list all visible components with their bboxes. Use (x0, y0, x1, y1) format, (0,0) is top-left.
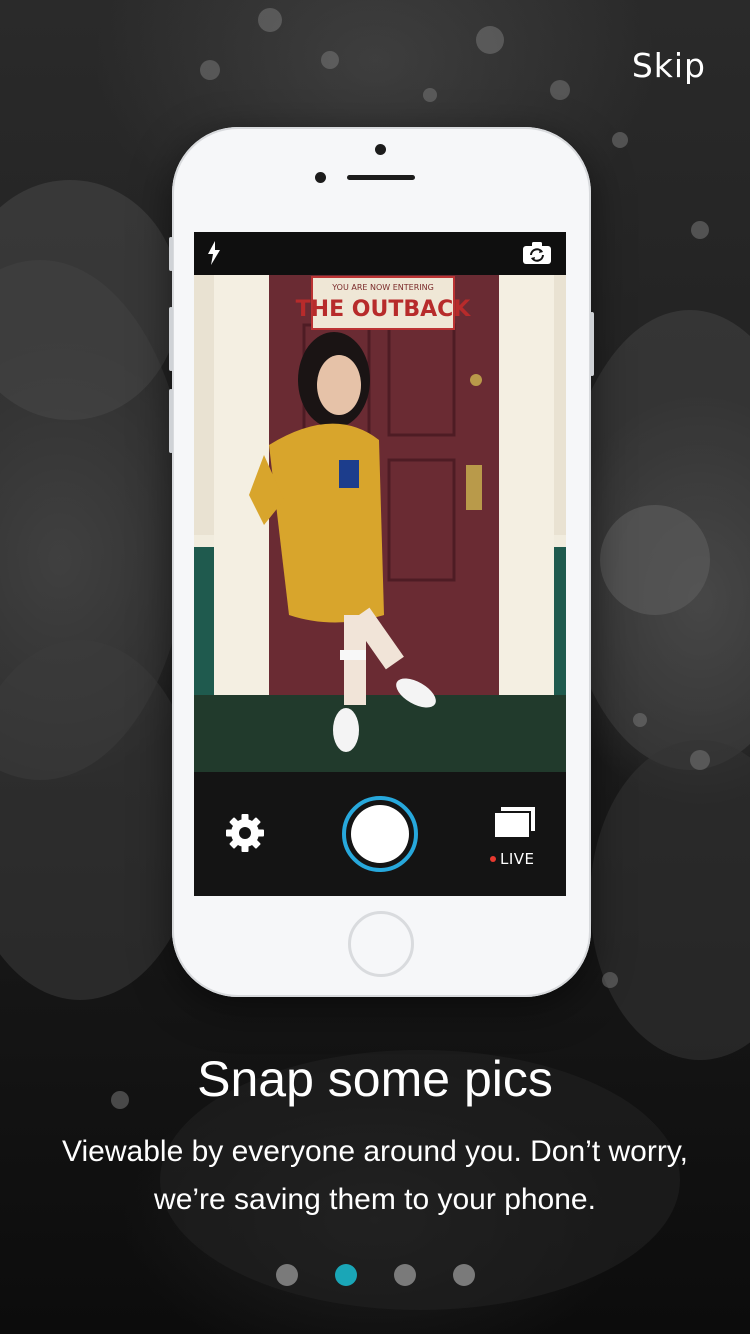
flash-icon[interactable] (206, 241, 222, 265)
page-indicator (0, 1264, 750, 1286)
phone-sensor (315, 172, 326, 183)
camera-viewfinder: YOU ARE NOW ENTERING THE OUTBACK (194, 275, 566, 772)
sign-main-text: THE OUTBACK (296, 297, 472, 322)
phone-power-button (590, 312, 594, 376)
phone-side-button (169, 237, 173, 271)
switch-camera-icon[interactable] (522, 241, 552, 265)
phone-screen: YOU ARE NOW ENTERING THE OUTBACK LIVE (194, 232, 566, 896)
onboarding-subtitle: Viewable by everyone around you. Don’t w… (62, 1135, 688, 1216)
onboarding-screen: Skip YOU ARE NOW ENTERING THE OUTBACK LI… (0, 0, 750, 1334)
page-dot-3[interactable] (393, 1264, 416, 1286)
phone-speaker (347, 175, 415, 180)
sign-top-text: YOU ARE NOW ENTERING (331, 283, 434, 292)
live-indicator-dot (490, 856, 496, 862)
shutter-button[interactable] (342, 796, 418, 872)
settings-gear-icon[interactable] (224, 812, 266, 854)
live-label: LIVE (500, 850, 535, 868)
page-dot-1[interactable] (275, 1264, 298, 1286)
camera-top-bar (194, 232, 566, 275)
gallery-stack-icon[interactable] (490, 805, 538, 845)
page-dot-2-active[interactable] (334, 1264, 357, 1286)
onboarding-title: Snap some pics (197, 1051, 553, 1107)
phone-volume-up (169, 307, 173, 371)
phone-mockup: YOU ARE NOW ENTERING THE OUTBACK LIVE (169, 127, 594, 997)
phone-front-camera (375, 144, 386, 155)
shutter-button-inner (351, 805, 409, 863)
skip-button[interactable]: Skip (632, 46, 706, 85)
page-dot-4[interactable] (452, 1264, 475, 1286)
live-badge: LIVE (490, 850, 535, 868)
camera-bottom-bar: LIVE (194, 772, 566, 896)
phone-home-button (348, 911, 414, 977)
phone-volume-down (169, 389, 173, 453)
